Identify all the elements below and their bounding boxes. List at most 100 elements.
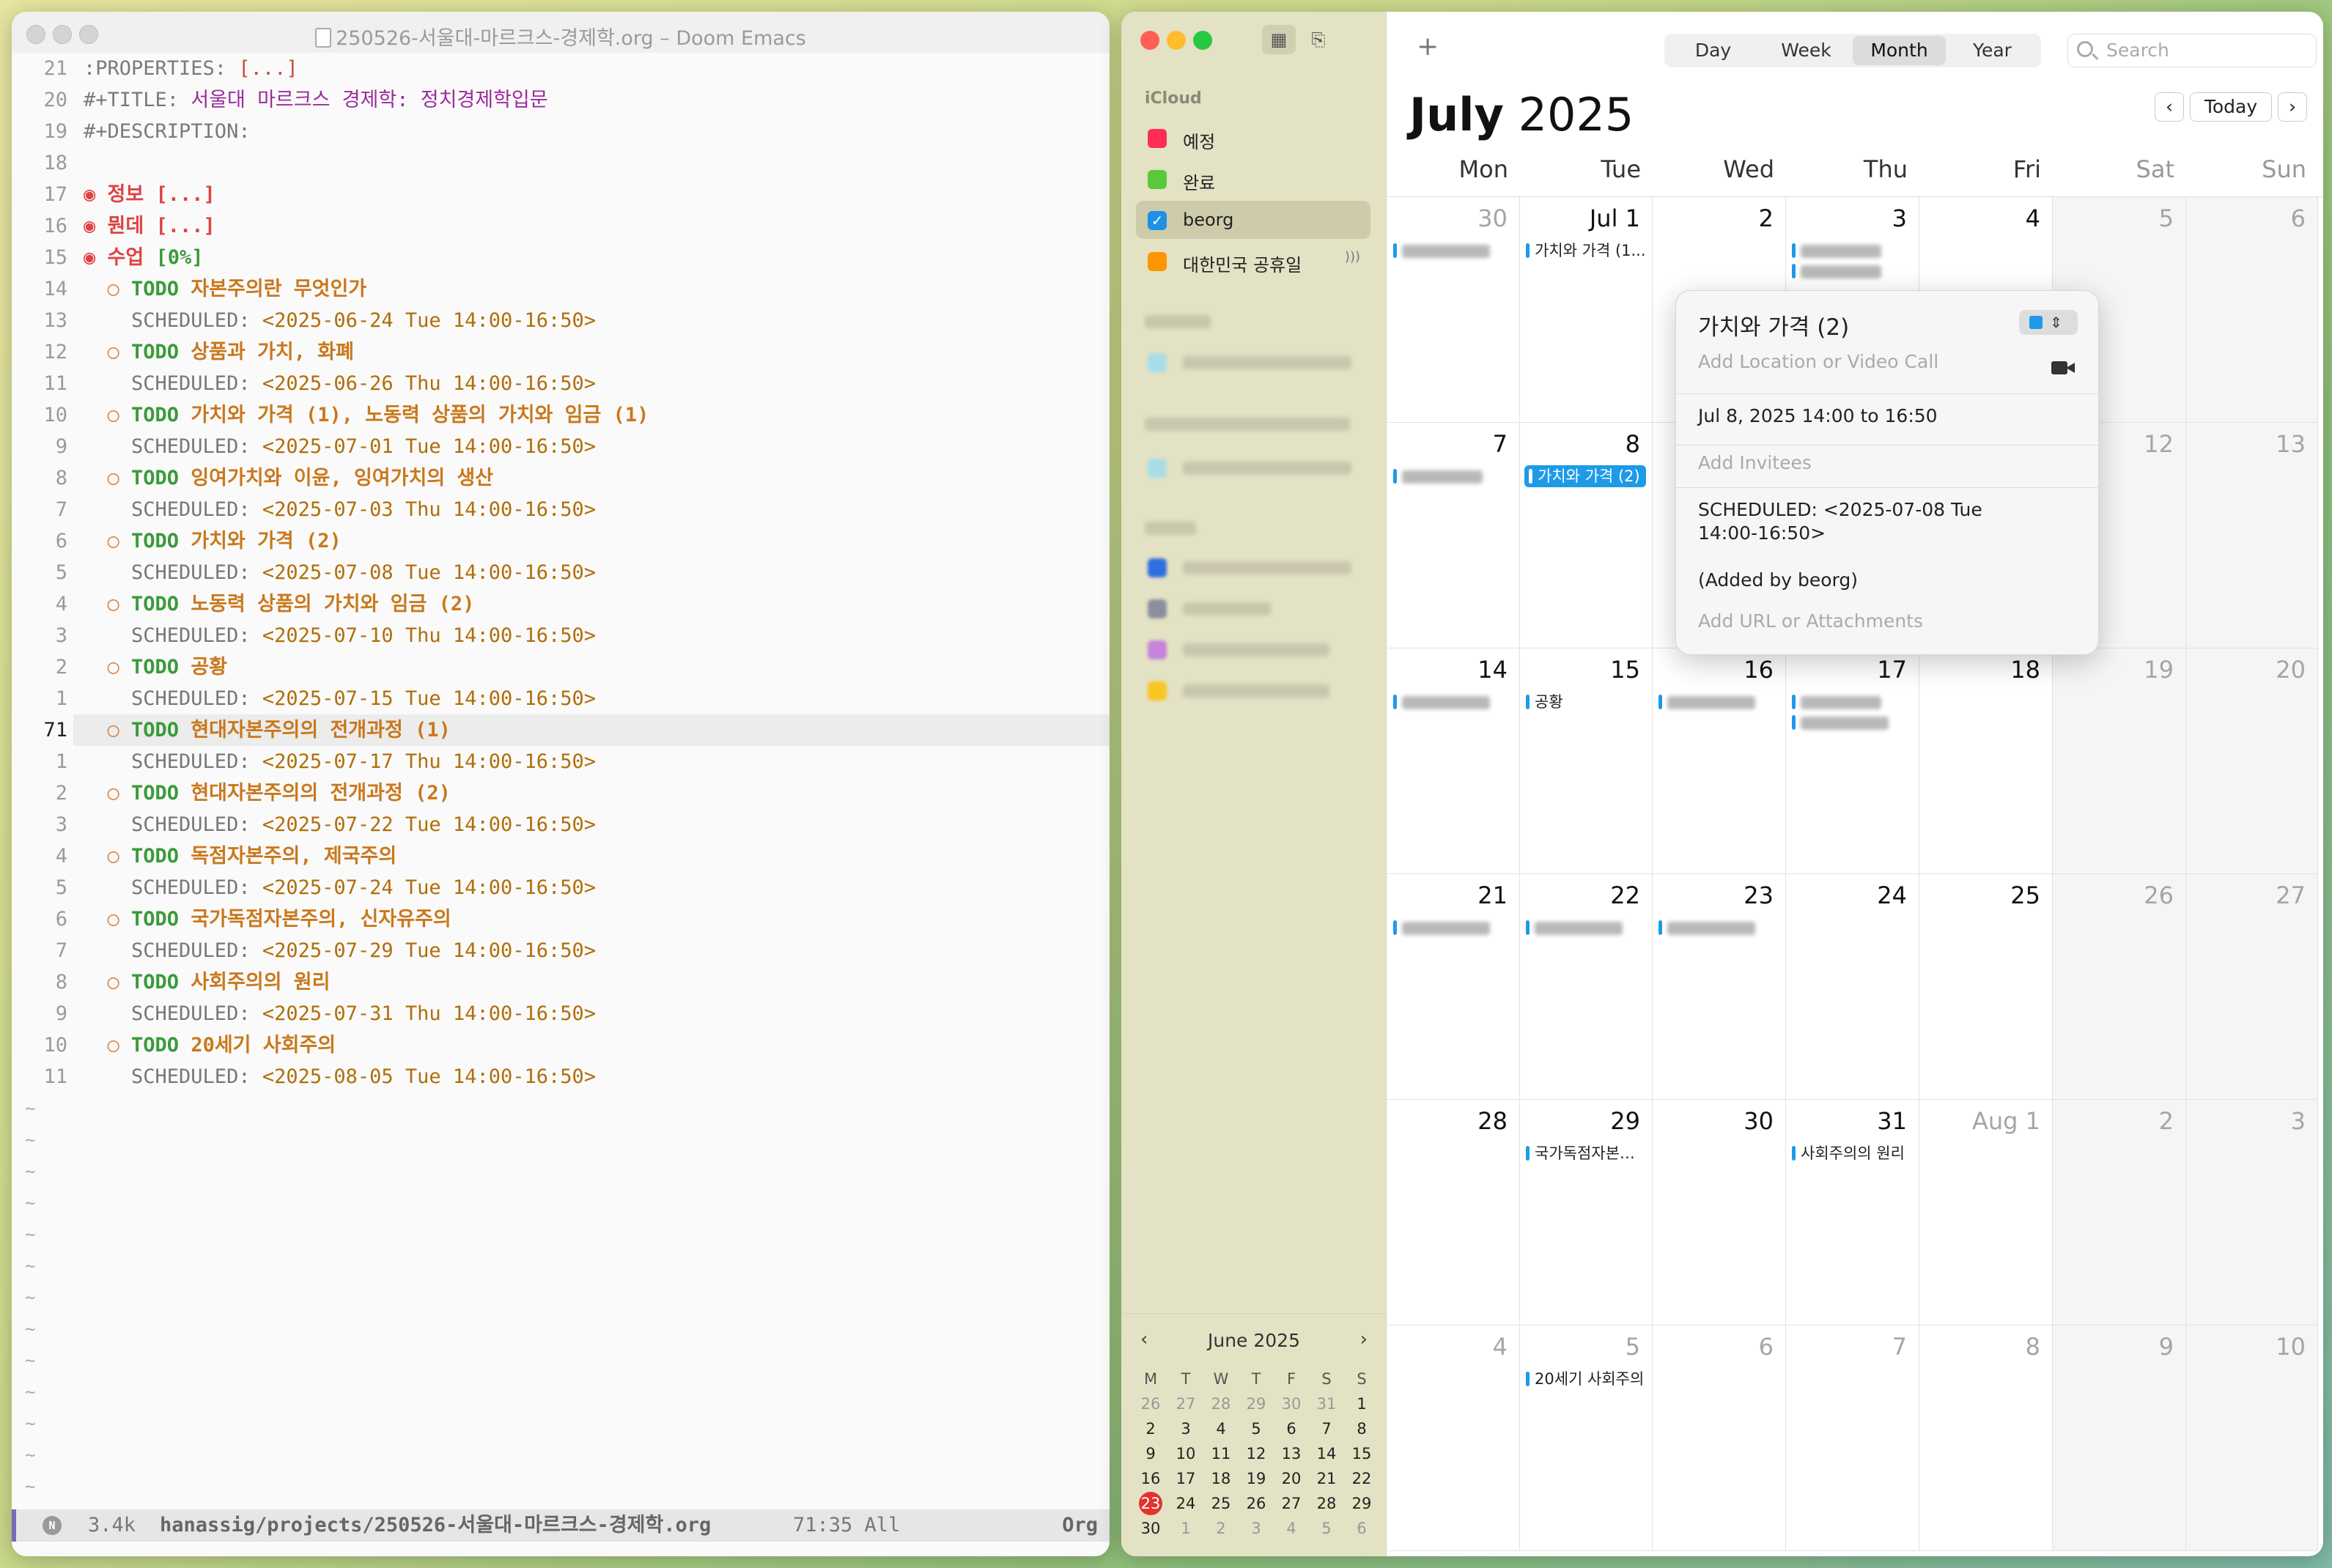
mini-day[interactable]: 2 — [1203, 1516, 1239, 1541]
mini-day[interactable]: 12 — [1239, 1441, 1274, 1466]
day-cell[interactable]: 8 가치와 가격 (2) — [1520, 423, 1653, 648]
view-tab-year[interactable]: Year — [1946, 36, 2039, 65]
mini-day[interactable]: 16 — [1133, 1466, 1168, 1491]
blurred-event[interactable] — [1392, 691, 1513, 713]
day-cell[interactable]: 30 — [1387, 197, 1520, 423]
buffer-line[interactable]: 10 ○ TODO 20세기 사회주의 — [12, 1029, 1110, 1061]
mini-day[interactable]: 27 — [1274, 1491, 1309, 1516]
buffer-line[interactable]: 9 SCHEDULED: <2025-07-31 Thu 14:00-16:50… — [12, 998, 1110, 1029]
mini-day[interactable]: 17 — [1168, 1466, 1203, 1491]
mini-day[interactable]: 24 — [1168, 1491, 1203, 1516]
blurred-event[interactable] — [1790, 260, 1913, 282]
day-cell[interactable]: 21 — [1387, 874, 1520, 1100]
event-chip[interactable]: 국가독점자본… — [1524, 1142, 1646, 1164]
buffer-line[interactable]: 11 SCHEDULED: <2025-06-26 Thu 14:00-16:5… — [12, 368, 1110, 399]
day-cell[interactable]: 19 — [2053, 648, 2186, 874]
day-cell[interactable]: 10 — [2186, 1325, 2318, 1551]
calendar-color-checkbox[interactable] — [1148, 170, 1167, 189]
mini-day[interactable]: 1 — [1168, 1516, 1203, 1541]
calendar-color-checkbox[interactable] — [1148, 252, 1167, 271]
day-cell[interactable]: 17 — [1786, 648, 1919, 874]
blurred-event[interactable] — [1657, 917, 1779, 939]
mini-day[interactable]: 29 — [1239, 1391, 1274, 1416]
mini-day[interactable]: 6 — [1344, 1516, 1379, 1541]
inbox-icon[interactable]: ⎘ — [1302, 25, 1335, 54]
mini-day[interactable]: 3 — [1168, 1416, 1203, 1441]
event-title[interactable]: 가치와 가격 (2) — [1698, 308, 1849, 341]
zoom-button[interactable] — [1193, 31, 1212, 50]
mini-day[interactable]: 29 — [1344, 1491, 1379, 1516]
mini-day[interactable]: 1 — [1344, 1391, 1379, 1416]
mini-day[interactable]: 30 — [1133, 1516, 1168, 1541]
notes-line-2[interactable]: 14:00-16:50> — [1698, 521, 1826, 545]
buffer-line[interactable]: 5 SCHEDULED: <2025-07-24 Tue 14:00-16:50… — [12, 872, 1110, 903]
buffer-line[interactable]: 21:PROPERTIES: [...] — [12, 53, 1110, 84]
day-cell[interactable]: 23 — [1653, 874, 1786, 1100]
day-cell[interactable]: 6 — [2186, 197, 2318, 423]
buffer-line[interactable]: 3 SCHEDULED: <2025-07-22 Tue 14:00-16:50… — [12, 809, 1110, 840]
mini-day[interactable]: 11 — [1203, 1441, 1239, 1466]
day-cell[interactable]: 22 — [1520, 874, 1653, 1100]
buffer-line[interactable]: 11 SCHEDULED: <2025-08-05 Tue 14:00-16:5… — [12, 1061, 1110, 1092]
day-cell[interactable]: 31 사회주의의 원리 — [1786, 1100, 1919, 1325]
mini-day[interactable]: 20 — [1274, 1466, 1309, 1491]
add-event-button[interactable]: + — [1417, 34, 1439, 60]
url-field[interactable]: Add URL or Attachments — [1698, 610, 1923, 632]
video-call-icon[interactable] — [2051, 360, 2076, 376]
blurred-event[interactable] — [1657, 691, 1779, 713]
event-chip[interactable]: 가치와 가격 (2) — [1524, 465, 1646, 487]
mini-day[interactable]: 8 — [1344, 1416, 1379, 1441]
mini-day[interactable]: 14 — [1309, 1441, 1344, 1466]
day-cell[interactable]: 20 — [2186, 648, 2318, 874]
day-cell[interactable]: 5 20세기 사회주의 — [1520, 1325, 1653, 1551]
buffer-line[interactable]: 71 ○ TODO 현대자본주의의 전개과정 (1) — [12, 714, 1110, 746]
search-field[interactable]: Search — [2067, 34, 2317, 67]
day-cell[interactable]: 28 — [1387, 1100, 1520, 1325]
day-cell[interactable]: 7 — [1786, 1325, 1919, 1551]
buffer-line[interactable]: 6 ○ TODO 국가독점자본주의, 신자유주의 — [12, 903, 1110, 935]
buffer-line[interactable]: 2 ○ TODO 현대자본주의의 전개과정 (2) — [12, 777, 1110, 809]
day-cell[interactable]: 15 공황 — [1520, 648, 1653, 874]
mini-day[interactable]: 5 — [1309, 1516, 1344, 1541]
prev-month-button[interactable]: ‹ — [2155, 92, 2184, 122]
calendar-item[interactable]: 완료 — [1136, 160, 1370, 198]
buffer-line[interactable]: 14 ○ TODO 자본주의란 무엇인가 — [12, 273, 1110, 305]
buffer-line[interactable]: 10 ○ TODO 가치와 가격 (1), 노동력 상품의 가치와 임금 (1) — [12, 399, 1110, 431]
buffer-line[interactable]: 15 ◉ 수업 [0%] — [12, 242, 1110, 273]
buffer-line[interactable]: 16 ◉ 뭔데 [...] — [12, 210, 1110, 242]
org-buffer[interactable]: 21:PROPERTIES: [...] 20 #+TITLE: 서울대 마르크스 … — [12, 53, 1110, 1520]
notes-line-3[interactable]: (Added by beorg) — [1698, 568, 1858, 592]
mini-day[interactable]: 6 — [1274, 1416, 1309, 1441]
buffer-line[interactable]: 1 SCHEDULED: <2025-07-17 Thu 14:00-16:50… — [12, 746, 1110, 777]
buffer-line[interactable]: 5 SCHEDULED: <2025-07-08 Tue 14:00-16:50… — [12, 557, 1110, 588]
event-datetime[interactable]: Jul 8, 2025 14:00 to 16:50 — [1698, 404, 1938, 428]
blurred-event[interactable] — [1790, 240, 1913, 262]
mini-day[interactable]: 18 — [1203, 1466, 1239, 1491]
buffer-line[interactable]: 20 #+TITLE: 서울대 마르크스 경제학: 정치경제학입문 — [12, 84, 1110, 116]
blurred-item[interactable] — [1183, 602, 1271, 615]
day-cell[interactable]: 26 — [2053, 874, 2186, 1100]
mini-day[interactable]: 7 — [1309, 1416, 1344, 1441]
mini-day[interactable]: 26 — [1239, 1491, 1274, 1516]
buffer-line[interactable]: 4 ○ TODO 노동력 상품의 가치와 임금 (2) — [12, 588, 1110, 620]
mini-day[interactable]: 31 — [1309, 1391, 1344, 1416]
close-button[interactable] — [1140, 31, 1159, 50]
mini-next-month[interactable]: › — [1360, 1328, 1368, 1350]
buffer-line[interactable]: 9 SCHEDULED: <2025-07-01 Tue 14:00-16:50… — [12, 431, 1110, 462]
mini-day[interactable]: 5 — [1239, 1416, 1274, 1441]
blurred-item[interactable] — [1183, 356, 1351, 369]
mini-day[interactable]: 10 — [1168, 1441, 1203, 1466]
blurred-item[interactable] — [1183, 684, 1329, 698]
calendar-item[interactable]: 예정 — [1136, 119, 1370, 157]
day-cell[interactable]: 14 — [1387, 648, 1520, 874]
day-cell[interactable]: 3 — [2186, 1100, 2318, 1325]
buffer-line[interactable]: 8 ○ TODO 잉여가치와 이윤, 잉여가치의 생산 — [12, 462, 1110, 494]
day-cell[interactable]: 27 — [2186, 874, 2318, 1100]
mini-day[interactable]: 28 — [1203, 1391, 1239, 1416]
blurred-item[interactable] — [1183, 462, 1351, 475]
blurred-event[interactable] — [1392, 465, 1513, 487]
buffer-line[interactable]: 19 #+DESCRIPTION: — [12, 116, 1110, 147]
buffer-line[interactable]: 2 ○ TODO 공황 — [12, 651, 1110, 683]
day-cell[interactable]: 18 — [1919, 648, 2053, 874]
buffer-line[interactable]: 8 ○ TODO 사회주의의 원리 — [12, 966, 1110, 998]
